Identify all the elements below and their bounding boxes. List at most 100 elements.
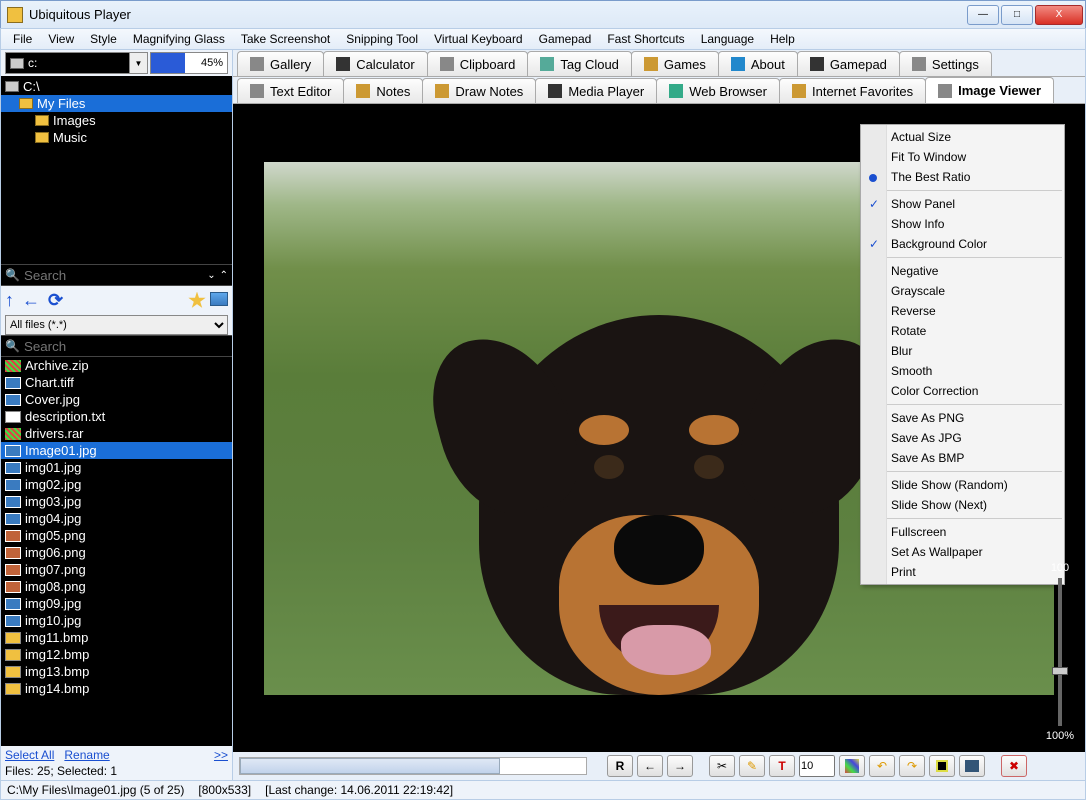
ctx-color-correction[interactable]: Color Correction	[861, 381, 1064, 401]
file-row[interactable]: img07.png	[1, 561, 232, 578]
ctx-smooth[interactable]: Smooth	[861, 361, 1064, 381]
file-row[interactable]: img05.png	[1, 527, 232, 544]
ctx-save-as-png[interactable]: Save As PNG	[861, 408, 1064, 428]
file-row[interactable]: img09.jpg	[1, 595, 232, 612]
text-button[interactable]: T	[769, 755, 795, 777]
file-row[interactable]: Cover.jpg	[1, 391, 232, 408]
menu-take-screenshot[interactable]: Take Screenshot	[233, 30, 338, 48]
tree-search-input[interactable]	[24, 268, 203, 283]
menu-snipping-tool[interactable]: Snipping Tool	[338, 30, 426, 48]
tab-games[interactable]: Games	[631, 51, 719, 76]
font-size-spinner[interactable]	[799, 755, 835, 777]
file-list[interactable]: Archive.zipChart.tiffCover.jpgdescriptio…	[1, 357, 232, 746]
ctx-negative[interactable]: Negative	[861, 261, 1064, 281]
file-row[interactable]: img01.jpg	[1, 459, 232, 476]
more-link[interactable]: >>	[214, 748, 228, 762]
file-row[interactable]: Archive.zip	[1, 357, 232, 374]
thumbnails-icon[interactable]	[210, 292, 228, 306]
tab-gallery[interactable]: Gallery	[237, 51, 324, 76]
refresh-button[interactable]: ⟳	[48, 290, 63, 311]
ctx-save-as-jpg[interactable]: Save As JPG	[861, 428, 1064, 448]
file-row[interactable]: img14.bmp	[1, 680, 232, 697]
rotate-left-button[interactable]: ↶	[869, 755, 895, 777]
file-row[interactable]: drivers.rar	[1, 425, 232, 442]
menu-view[interactable]: View	[40, 30, 82, 48]
ctx-set-as-wallpaper[interactable]: Set As Wallpaper	[861, 542, 1064, 562]
chevron-down-icon[interactable]: ▼	[129, 53, 147, 73]
tab-media-player[interactable]: Media Player	[535, 78, 657, 103]
file-row[interactable]: img06.png	[1, 544, 232, 561]
back-button[interactable]: ←	[22, 290, 40, 311]
tab-text-editor[interactable]: Text Editor	[237, 78, 344, 103]
file-row[interactable]: img10.jpg	[1, 612, 232, 629]
file-row[interactable]: img11.bmp	[1, 629, 232, 646]
tab-web-browser[interactable]: Web Browser	[656, 78, 780, 103]
cut-button[interactable]: ✂	[709, 755, 735, 777]
menu-virtual-keyboard[interactable]: Virtual Keyboard	[426, 30, 531, 48]
tab-gamepad[interactable]: Gamepad	[797, 51, 900, 76]
reset-button[interactable]: R	[607, 755, 633, 777]
file-row[interactable]: img08.png	[1, 578, 232, 595]
pencil-button[interactable]: ✎	[739, 755, 765, 777]
tab-about[interactable]: About	[718, 51, 798, 76]
menu-file[interactable]: File	[5, 30, 40, 48]
ctx-slide-show-next-[interactable]: Slide Show (Next)	[861, 495, 1064, 515]
favorites-icon[interactable]	[188, 292, 206, 310]
tree-search[interactable]: 🔍 ⌄ ⌃	[1, 264, 232, 286]
zoom-slider[interactable]: 100 100%	[1039, 562, 1081, 742]
folder-tree[interactable]: C:\My FilesImagesMusic	[1, 76, 232, 264]
tab-internet-favorites[interactable]: Internet Favorites	[779, 78, 926, 103]
select-all-link[interactable]: Select All	[5, 748, 54, 762]
tree-item[interactable]: Images	[1, 112, 232, 129]
ctx-reverse[interactable]: Reverse	[861, 301, 1064, 321]
tree-item[interactable]: C:\	[1, 78, 232, 95]
tab-settings[interactable]: Settings	[899, 51, 992, 76]
delete-button[interactable]: ✖	[1001, 755, 1027, 777]
tab-notes[interactable]: Notes	[343, 78, 423, 103]
menu-language[interactable]: Language	[693, 30, 762, 48]
ctx-slide-show-random-[interactable]: Slide Show (Random)	[861, 475, 1064, 495]
tab-image-viewer[interactable]: Image Viewer	[925, 77, 1054, 103]
ctx-show-info[interactable]: Show Info	[861, 214, 1064, 234]
zoom-track[interactable]	[1058, 578, 1062, 726]
file-row[interactable]: img13.bmp	[1, 663, 232, 680]
ctx-grayscale[interactable]: Grayscale	[861, 281, 1064, 301]
zoom-thumb[interactable]	[1052, 667, 1068, 675]
ctx-fullscreen[interactable]: Fullscreen	[861, 522, 1064, 542]
ctx-the-best-ratio[interactable]: The Best Ratio	[861, 167, 1064, 187]
minimize-button[interactable]: —	[967, 5, 999, 25]
file-row[interactable]: img04.jpg	[1, 510, 232, 527]
menu-magnifying-glass[interactable]: Magnifying Glass	[125, 30, 233, 48]
menu-help[interactable]: Help	[762, 30, 803, 48]
rotate-right-button[interactable]: ↷	[899, 755, 925, 777]
menu-style[interactable]: Style	[82, 30, 125, 48]
file-row[interactable]: img02.jpg	[1, 476, 232, 493]
next-button[interactable]: →	[667, 755, 693, 777]
drive-selector[interactable]: c: ▼	[5, 52, 148, 74]
tree-item[interactable]: Music	[1, 129, 232, 146]
rename-link[interactable]: Rename	[64, 748, 109, 762]
tab-clipboard[interactable]: Clipboard	[427, 51, 529, 76]
prev-button[interactable]: ←	[637, 755, 663, 777]
ctx-blur[interactable]: Blur	[861, 341, 1064, 361]
file-search[interactable]: 🔍	[1, 335, 232, 357]
up-button[interactable]: ↑	[5, 290, 14, 311]
maximize-button[interactable]: □	[1001, 5, 1033, 25]
close-button[interactable]: X	[1035, 5, 1083, 25]
file-row[interactable]: img03.jpg	[1, 493, 232, 510]
ctx-actual-size[interactable]: Actual Size	[861, 127, 1064, 147]
file-row[interactable]: img12.bmp	[1, 646, 232, 663]
slideshow-button[interactable]	[959, 755, 985, 777]
ctx-fit-to-window[interactable]: Fit To Window	[861, 147, 1064, 167]
collapse-all-icon[interactable]: ⌃	[220, 270, 228, 281]
horizontal-scrollbar[interactable]	[239, 757, 587, 775]
file-search-input[interactable]	[24, 339, 228, 354]
ctx-background-color[interactable]: ✓Background Color	[861, 234, 1064, 254]
menu-gamepad[interactable]: Gamepad	[531, 30, 600, 48]
tab-draw-notes[interactable]: Draw Notes	[422, 78, 536, 103]
ctx-print[interactable]: Print	[861, 562, 1064, 582]
tab-calculator[interactable]: Calculator	[323, 51, 428, 76]
file-row[interactable]: description.txt	[1, 408, 232, 425]
file-row[interactable]: Image01.jpg	[1, 442, 232, 459]
ctx-show-panel[interactable]: ✓Show Panel	[861, 194, 1064, 214]
